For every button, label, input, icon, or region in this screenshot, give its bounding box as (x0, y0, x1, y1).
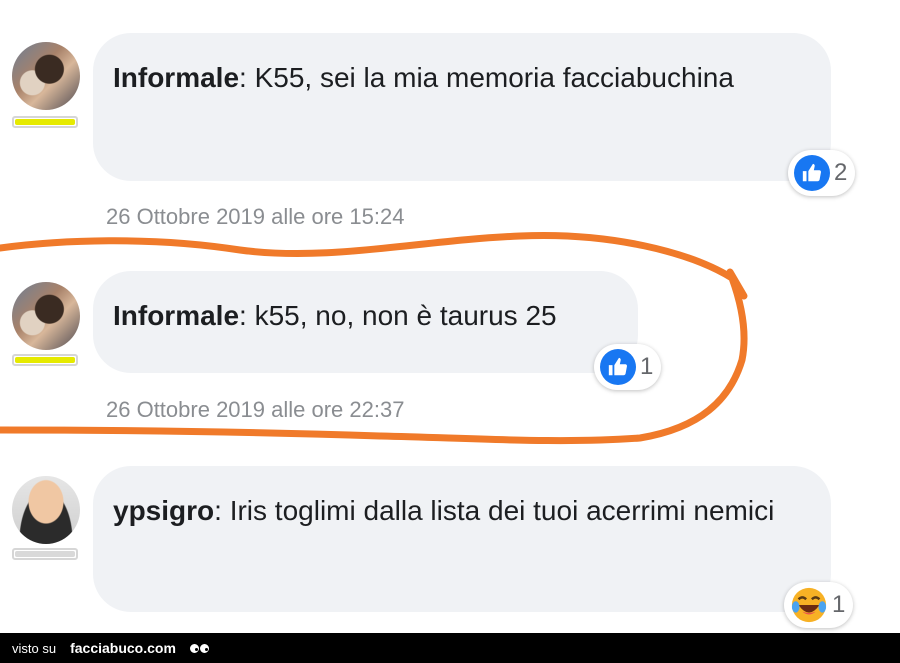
haha-icon (791, 587, 827, 623)
comment-timestamp: 26 Ottobre 2019 alle ore 15:24 (106, 204, 405, 229)
reaction-pill[interactable]: 1 (784, 582, 854, 628)
watermark-bar: visto su facciabuco.com (0, 633, 900, 663)
comment-bubble: ypsigro: Iris toglimi dalla lista dei tu… (93, 466, 831, 612)
comment-author[interactable]: Informale (113, 62, 239, 93)
comment-author[interactable]: ypsigro (113, 495, 214, 526)
facciabuco-logo-icon (189, 643, 209, 653)
avatar[interactable] (12, 42, 80, 110)
comment-separator: : (239, 300, 255, 331)
reaction-count: 1 (832, 591, 846, 618)
comment-text: K55, sei la mia memoria facciabuchina (254, 62, 734, 93)
comment-bubble: Informale: k55, no, non è taurus 25 (93, 271, 638, 373)
reaction-count: 1 (640, 353, 654, 380)
reaction-pill[interactable]: 1 (594, 344, 662, 390)
watermark-site[interactable]: facciabuco.com (70, 640, 176, 656)
watermark-prefix: visto su (12, 640, 57, 656)
comment-text: k55, no, non è taurus 25 (254, 300, 557, 331)
like-icon (794, 155, 830, 191)
reaction-pill[interactable]: 2 (788, 150, 856, 196)
user-badge (12, 116, 78, 128)
comment-timestamp: 26 Ottobre 2019 alle ore 22:37 (106, 397, 405, 422)
avatar[interactable] (12, 476, 80, 544)
reaction-count: 2 (834, 159, 848, 186)
comment-author[interactable]: Informale (113, 300, 239, 331)
comment-separator: : (239, 62, 255, 93)
avatar[interactable] (12, 282, 80, 350)
user-badge (12, 548, 78, 560)
comment-bubble: Informale: K55, sei la mia memoria facci… (93, 33, 831, 181)
comment-text: Iris toglimi dalla lista dei tuoi acerri… (229, 495, 775, 526)
like-icon (600, 349, 636, 385)
user-badge (12, 354, 78, 366)
comment-separator: : (214, 495, 230, 526)
